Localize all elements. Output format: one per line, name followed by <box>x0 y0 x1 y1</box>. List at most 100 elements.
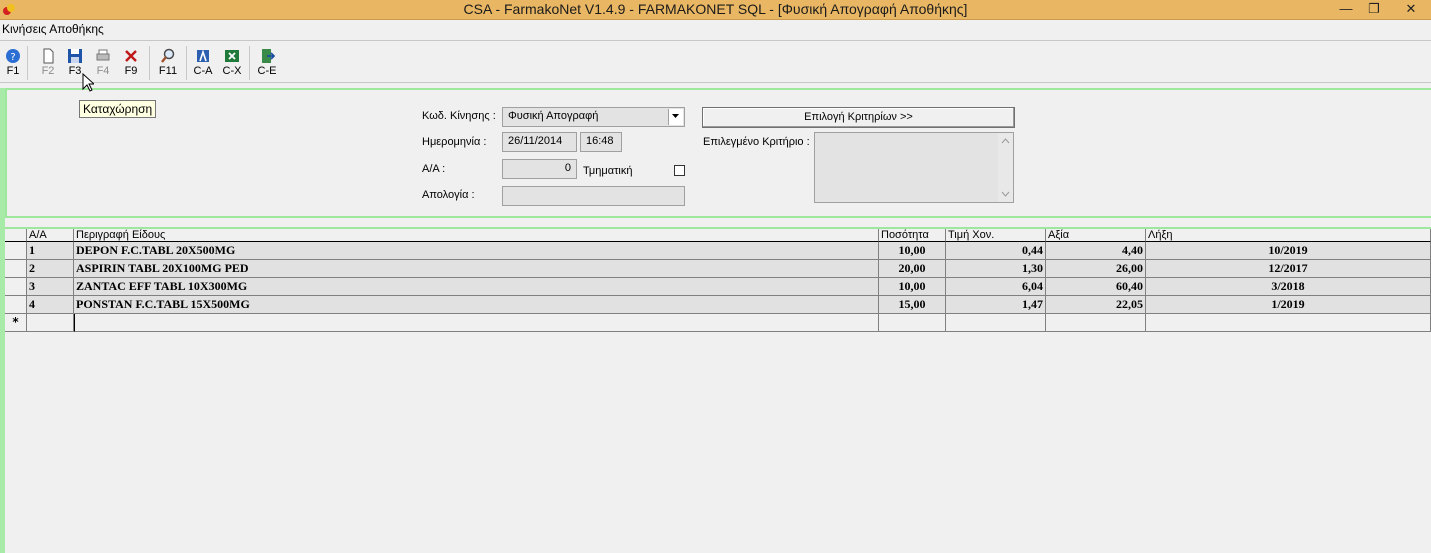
cell-quantity[interactable]: 15,00 <box>879 296 946 314</box>
new-button[interactable]: F2 <box>35 46 61 80</box>
exit-button[interactable]: C-E <box>254 46 280 80</box>
select-criteria-button[interactable]: Επιλογή Κριτηρίων >> <box>702 107 1015 128</box>
cell-expiry[interactable]: 1/2019 <box>1146 296 1431 314</box>
cell-quantity[interactable]: 20,00 <box>879 260 946 278</box>
row-selector[interactable] <box>5 242 27 260</box>
reason-label: Απολογία : <box>422 189 475 201</box>
cell-aa[interactable]: 1 <box>27 242 74 260</box>
cell-description[interactable]: DEPON F.C.TABL 20X500MG <box>74 242 879 260</box>
column-header-aa[interactable]: Α/Α <box>27 229 74 242</box>
help-button[interactable]: ? F1 <box>0 46 26 80</box>
cell-aa[interactable]: 3 <box>27 278 74 296</box>
cell-description[interactable]: ASPIRIN TABL 20X100MG PED <box>74 260 879 278</box>
menu-bar: Κινήσεις Αποθήκης <box>0 20 1431 38</box>
column-header-description[interactable]: Περιγραφή Είδους <box>74 229 879 242</box>
code-combobox[interactable]: Φυσική Απογραφή <box>502 107 685 127</box>
minimize-button[interactable]: — <box>1333 0 1359 18</box>
menu-separator <box>0 40 1431 41</box>
cell-value[interactable]: 4,40 <box>1046 242 1146 260</box>
toolbar-label: F1 <box>6 65 20 77</box>
description-combobox[interactable] <box>74 314 879 332</box>
toolbar-separator <box>27 46 28 80</box>
selected-criteria-textarea[interactable] <box>814 132 1014 203</box>
save-icon <box>68 49 82 63</box>
new-document-icon <box>43 48 54 64</box>
cell-quantity[interactable] <box>879 314 946 332</box>
row-selector-header <box>5 229 27 242</box>
search-button[interactable]: F11 <box>155 46 181 80</box>
row-selector[interactable] <box>5 260 27 278</box>
column-header-quantity[interactable]: Ποσότητα <box>879 229 946 242</box>
cell-quantity[interactable]: 10,00 <box>879 278 946 296</box>
toolbar: ? F1 F2 F3 F4 F9 F11 C-A C-X C-E <box>0 42 1431 82</box>
row-selector[interactable] <box>5 296 27 314</box>
window-title: CSA - FarmakoNet V1.4.9 - FARMAKONET SQL… <box>463 1 968 17</box>
close-button[interactable]: ✕ <box>1398 0 1424 18</box>
delete-icon <box>125 50 137 62</box>
table-row[interactable]: 3 ZANTAC EFF TABL 10X300MG 10,00 6,04 60… <box>5 278 1431 296</box>
cell-expiry[interactable] <box>1146 314 1431 332</box>
toolbar-separator-line <box>0 82 1431 83</box>
print-icon <box>96 49 110 61</box>
mouse-cursor-icon <box>82 73 94 92</box>
toolbar-separator <box>186 46 187 80</box>
cell-quantity[interactable]: 10,00 <box>879 242 946 260</box>
items-grid: Α/Α Περιγραφή Είδους Ποσότητα Τιμή Χον. … <box>5 227 1431 553</box>
cell-expiry[interactable]: 10/2019 <box>1146 242 1431 260</box>
exit-icon <box>262 49 275 63</box>
toolbar-separator <box>149 46 150 80</box>
column-header-price[interactable]: Τιμή Χον. <box>946 229 1046 242</box>
svg-text:?: ? <box>10 52 15 63</box>
partial-label: Τμηματική <box>583 165 633 177</box>
table-row[interactable]: 4 PONSTAN F.C.TABL 15X500MG 15,00 1,47 2… <box>5 296 1431 314</box>
code-value: Φυσική Απογραφή <box>508 110 599 122</box>
table-row[interactable]: 2 ASPIRIN TABL 20X100MG PED 20,00 1,30 2… <box>5 260 1431 278</box>
cell-aa[interactable] <box>27 314 74 332</box>
chevron-down-icon[interactable] <box>668 109 683 125</box>
row-selector[interactable] <box>5 278 27 296</box>
excel-icon <box>225 50 239 62</box>
cell-value[interactable]: 26,00 <box>1046 260 1146 278</box>
cell-description[interactable]: PONSTAN F.C.TABL 15X500MG <box>74 296 879 314</box>
cell-value[interactable] <box>1046 314 1146 332</box>
cell-value[interactable]: 22,05 <box>1046 296 1146 314</box>
cell-aa[interactable]: 4 <box>27 296 74 314</box>
cell-price[interactable]: 0,44 <box>946 242 1046 260</box>
cell-aa[interactable]: 2 <box>27 260 74 278</box>
column-header-expiry[interactable]: Λήξη <box>1146 229 1431 242</box>
toolbar-label: C-A <box>193 65 213 77</box>
cell-value[interactable]: 60,40 <box>1046 278 1146 296</box>
cell-expiry[interactable]: 12/2017 <box>1146 260 1431 278</box>
cell-price[interactable]: 6,04 <box>946 278 1046 296</box>
criteria-scrollbar[interactable] <box>998 133 1013 202</box>
menu-item-warehouse-moves[interactable]: Κινήσεις Αποθήκης <box>2 22 104 36</box>
new-row-marker[interactable]: * <box>5 314 27 332</box>
delete-button[interactable]: F9 <box>118 46 144 80</box>
aa-field[interactable]: 0 <box>502 159 577 179</box>
date-field[interactable]: 26/11/2014 <box>502 132 577 152</box>
save-tooltip: Καταχώρηση <box>79 100 157 118</box>
column-header-value[interactable]: Αξία <box>1046 229 1146 242</box>
partial-checkbox[interactable] <box>674 165 685 176</box>
cell-expiry[interactable]: 3/2018 <box>1146 278 1431 296</box>
new-row[interactable]: * <box>5 314 1431 332</box>
table-row[interactable]: 1 DEPON F.C.TABL 20X500MG 10,00 0,44 4,4… <box>5 242 1431 260</box>
toolbar-label: F11 <box>158 65 178 77</box>
aa-label: Α/Α : <box>422 163 446 175</box>
cell-description[interactable]: ZANTAC EFF TABL 10X300MG <box>74 278 879 296</box>
restore-button[interactable]: ❐ <box>1361 0 1387 18</box>
access-export-button[interactable]: C-A <box>190 46 216 80</box>
reason-field[interactable] <box>502 186 685 206</box>
toolbar-separator <box>249 46 250 80</box>
time-field[interactable]: 16:48 <box>580 132 622 152</box>
cell-price[interactable]: 1,30 <box>946 260 1046 278</box>
search-icon <box>161 48 175 63</box>
title-bar: CSA - FarmakoNet V1.4.9 - FARMAKONET SQL… <box>0 0 1431 20</box>
code-label: Κωδ. Κίνησης : <box>422 110 496 122</box>
toolbar-label: C-E <box>257 65 277 77</box>
excel-export-button[interactable]: C-X <box>219 46 245 80</box>
toolbar-label: F2 <box>41 65 55 77</box>
cell-price[interactable]: 1,47 <box>946 296 1046 314</box>
date-label: Ημερομηνία : <box>422 136 487 148</box>
cell-price[interactable] <box>946 314 1046 332</box>
